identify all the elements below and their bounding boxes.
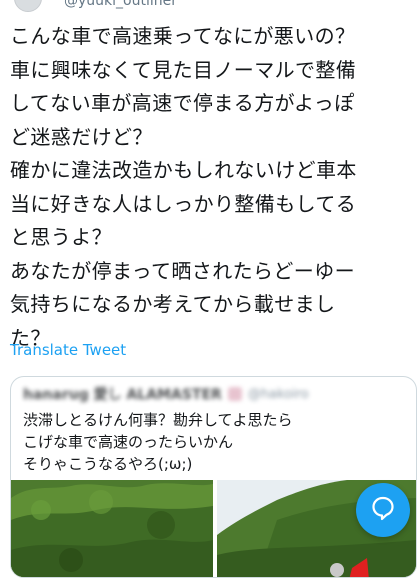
author-handle[interactable]: @yuuki_outliner	[64, 0, 177, 9]
translate-tweet-link[interactable]: Translate Tweet	[10, 341, 126, 359]
quoted-media[interactable]	[11, 480, 416, 577]
quoted-tweet-header: hanarug 愛し ALAMASTER @hakoiro	[23, 383, 383, 405]
quoted-author-handle: @hakoiro	[247, 386, 309, 402]
compose-reply-button[interactable]	[356, 483, 410, 537]
quoted-tweet-text: 渋滞しとるけん何事？勘弁してよ思たら こげな車で高速のったらいかん そりゃこうな…	[23, 411, 293, 473]
badge-icon	[227, 387, 242, 401]
author-avatar[interactable]	[14, 0, 42, 12]
quoted-tweet-card[interactable]: hanarug 愛し ALAMASTER @hakoiro 渋滞しとるけん何事？…	[10, 376, 417, 578]
top-bar-clipped: @yuuki_outliner	[0, 0, 420, 12]
media-image-forest[interactable]	[11, 480, 213, 577]
tweet-text: こんな車で高速乗ってなにが悪いの？ 車に興味なくて見た目ノーマルで整備 してない…	[10, 24, 357, 350]
quoted-author-name: hanarug 愛し ALAMASTER	[23, 387, 222, 403]
compose-reply-icon	[370, 495, 396, 525]
